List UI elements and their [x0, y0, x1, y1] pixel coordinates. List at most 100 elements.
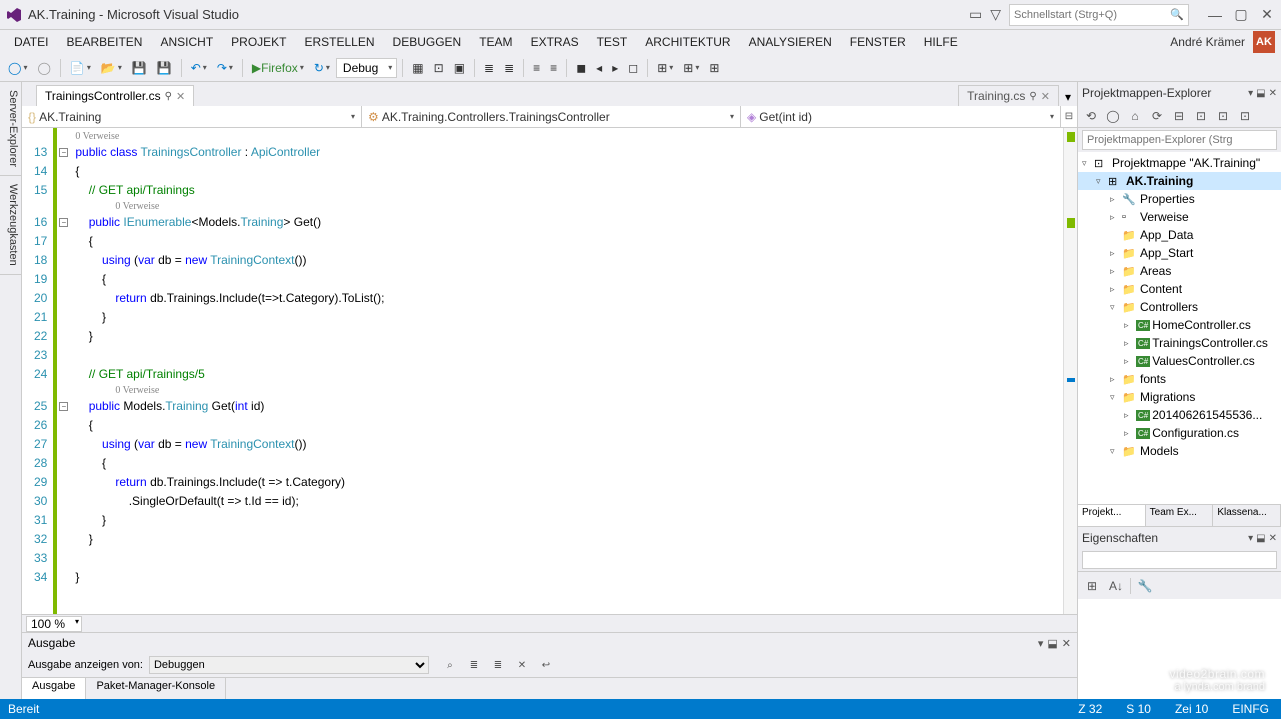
undo-button[interactable]: ↶▾	[187, 59, 211, 77]
toolbar-btn-2[interactable]: ⊡	[430, 59, 448, 77]
menu-architektur[interactable]: ARCHITEKTUR	[637, 32, 738, 52]
bookmark-button[interactable]: ◼	[572, 59, 590, 77]
output-source-dropdown[interactable]: Debuggen	[149, 656, 429, 674]
menu-erstellen[interactable]: ERSTELLEN	[297, 32, 383, 52]
notifications-icon[interactable]: ▭	[969, 6, 982, 23]
panel-pin-icon[interactable]: ⬓	[1256, 88, 1265, 99]
se-home-button[interactable]: ⟲	[1082, 107, 1100, 125]
panel-close-icon[interactable]: ✕	[1269, 88, 1277, 99]
se-collapse-button[interactable]: ⊟	[1170, 107, 1188, 125]
solution-explorer-search[interactable]	[1082, 130, 1277, 150]
pin-icon[interactable]: ⚲	[1029, 91, 1036, 102]
se-properties-button[interactable]: ⊡	[1214, 107, 1232, 125]
se-sync-button[interactable]: ⌂	[1126, 107, 1144, 125]
browser-link-button[interactable]: ↻▾	[310, 59, 334, 77]
output-clear-button[interactable]: ✕	[513, 656, 531, 674]
open-file-button[interactable]: 📂▾	[97, 59, 126, 77]
output-tab-paket-manager[interactable]: Paket-Manager-Konsole	[86, 678, 226, 699]
output-dropdown-icon[interactable]: ▾	[1038, 637, 1044, 650]
solution-config-dropdown[interactable]: Debug	[336, 58, 397, 78]
tab-close-icon[interactable]: ✕	[1041, 90, 1050, 103]
user-name[interactable]: André Krämer	[1164, 35, 1251, 49]
props-dropdown-icon[interactable]: ▾	[1248, 533, 1253, 544]
tab-trainingscontroller[interactable]: TrainingsController.cs ⚲ ✕	[36, 85, 194, 106]
solution-tree[interactable]: ▿⊡Projektmappe "AK.Training"▿⊞AK.Trainin…	[1078, 152, 1281, 504]
feedback-icon[interactable]: ▽	[990, 6, 1001, 23]
class-dropdown[interactable]: ⚙ AK.Training.Controllers.TrainingsContr…	[362, 106, 741, 127]
nav-back-button[interactable]: ◯▾	[4, 59, 31, 77]
props-close-icon[interactable]: ✕	[1269, 533, 1277, 544]
menu-debuggen[interactable]: DEBUGGEN	[385, 32, 470, 52]
toolbox-tab[interactable]: Werkzeugkasten	[0, 176, 21, 275]
props-pin-icon[interactable]: ⬓	[1256, 533, 1265, 544]
output-close-icon[interactable]: ✕	[1062, 637, 1071, 650]
close-button[interactable]: ✕	[1259, 7, 1275, 23]
indent-decrease-button[interactable]: ≣	[480, 59, 498, 77]
save-button[interactable]: 💾	[128, 59, 151, 77]
bookmark-prev-button[interactable]: ◂	[592, 59, 606, 77]
nav-forward-button[interactable]: ◯	[33, 59, 54, 77]
bottom-tab-projekt[interactable]: Projekt...	[1078, 505, 1146, 526]
menu-test[interactable]: TEST	[589, 32, 636, 52]
tree-node[interactable]: ▹C#Configuration.cs	[1078, 424, 1281, 442]
menu-projekt[interactable]: PROJEKT	[223, 32, 294, 52]
se-preview-button[interactable]: ⊡	[1236, 107, 1254, 125]
tree-node[interactable]: ▹C#HomeController.cs	[1078, 316, 1281, 334]
properties-object-dropdown[interactable]	[1082, 551, 1277, 569]
bottom-tab-klassen[interactable]: Klassena...	[1213, 505, 1281, 526]
props-alpha-button[interactable]: A↓	[1106, 576, 1126, 596]
menu-team[interactable]: TEAM	[471, 32, 520, 52]
quick-launch-search[interactable]: 🔍	[1009, 4, 1189, 26]
bookmark-next-button[interactable]: ▸	[608, 59, 622, 77]
code-editor[interactable]: 1314151617181920212223242526272829303132…	[22, 128, 1077, 614]
se-showall-button[interactable]: ⊡	[1192, 107, 1210, 125]
redo-button[interactable]: ↷▾	[213, 59, 237, 77]
toolbar-misc-1[interactable]: ⊞▾	[653, 59, 677, 77]
props-categorized-button[interactable]: ⊞	[1082, 576, 1102, 596]
props-pages-button[interactable]: 🔧	[1135, 576, 1155, 596]
tab-close-icon[interactable]: ✕	[176, 90, 185, 103]
indent-increase-button[interactable]: ≣	[500, 59, 518, 77]
tree-node[interactable]: ▿📁Migrations	[1078, 388, 1281, 406]
se-refresh-button[interactable]: ⟳	[1148, 107, 1166, 125]
toolbar-btn-3[interactable]: ▣	[450, 59, 469, 77]
menu-extras[interactable]: EXTRAS	[523, 32, 587, 52]
split-editor-button[interactable]: ⊟	[1061, 106, 1077, 127]
zoom-dropdown[interactable]: 100 %	[26, 616, 82, 632]
se-back-button[interactable]: ◯	[1104, 107, 1122, 125]
tree-node[interactable]: ▿📁Controllers	[1078, 298, 1281, 316]
maximize-button[interactable]: ▢	[1233, 7, 1249, 23]
tree-node[interactable]: ▹📁fonts	[1078, 370, 1281, 388]
menu-analysieren[interactable]: ANALYSIEREN	[741, 32, 840, 52]
quick-launch-input[interactable]	[1014, 9, 1170, 21]
server-explorer-tab[interactable]: Server-Explorer	[0, 82, 21, 176]
toolbar-misc-2[interactable]: ⊞▾	[679, 59, 703, 77]
output-pin-icon[interactable]: ⬓	[1047, 637, 1057, 650]
toolbar-btn-1[interactable]: ▦	[408, 59, 427, 77]
new-project-button[interactable]: 📄▾	[66, 59, 95, 77]
tree-node[interactable]: ▹📁Areas	[1078, 262, 1281, 280]
tabs-overflow-button[interactable]: ▾	[1059, 88, 1077, 106]
tree-node[interactable]: ▹C#ValuesController.cs	[1078, 352, 1281, 370]
comment-button[interactable]: ≡	[529, 59, 544, 77]
menu-hilfe[interactable]: HILFE	[916, 32, 966, 52]
tree-node[interactable]: ▹C#TrainingsController.cs	[1078, 334, 1281, 352]
menu-bearbeiten[interactable]: BEARBEITEN	[58, 32, 150, 52]
toolbar-misc-3[interactable]: ⊞	[705, 59, 723, 77]
tree-node[interactable]: ▹🔧Properties	[1078, 190, 1281, 208]
uncomment-button[interactable]: ≡	[546, 59, 561, 77]
bottom-tab-team[interactable]: Team Ex...	[1146, 505, 1214, 526]
user-avatar[interactable]: AK	[1253, 31, 1275, 53]
menu-fenster[interactable]: FENSTER	[842, 32, 914, 52]
bookmark-clear-button[interactable]: ◻	[624, 59, 642, 77]
minimize-button[interactable]: —	[1207, 7, 1223, 23]
output-prev-button[interactable]: ≣	[465, 656, 483, 674]
namespace-dropdown[interactable]: {} AK.Training	[22, 106, 362, 127]
menu-datei[interactable]: DATEI	[6, 32, 56, 52]
tree-node[interactable]: ▹📁App_Start	[1078, 244, 1281, 262]
menu-ansicht[interactable]: ANSICHT	[152, 32, 221, 52]
pin-icon[interactable]: ⚲	[165, 91, 172, 102]
save-all-button[interactable]: 💾	[153, 59, 176, 77]
output-next-button[interactable]: ≣	[489, 656, 507, 674]
output-tab-ausgabe[interactable]: Ausgabe	[22, 678, 86, 699]
